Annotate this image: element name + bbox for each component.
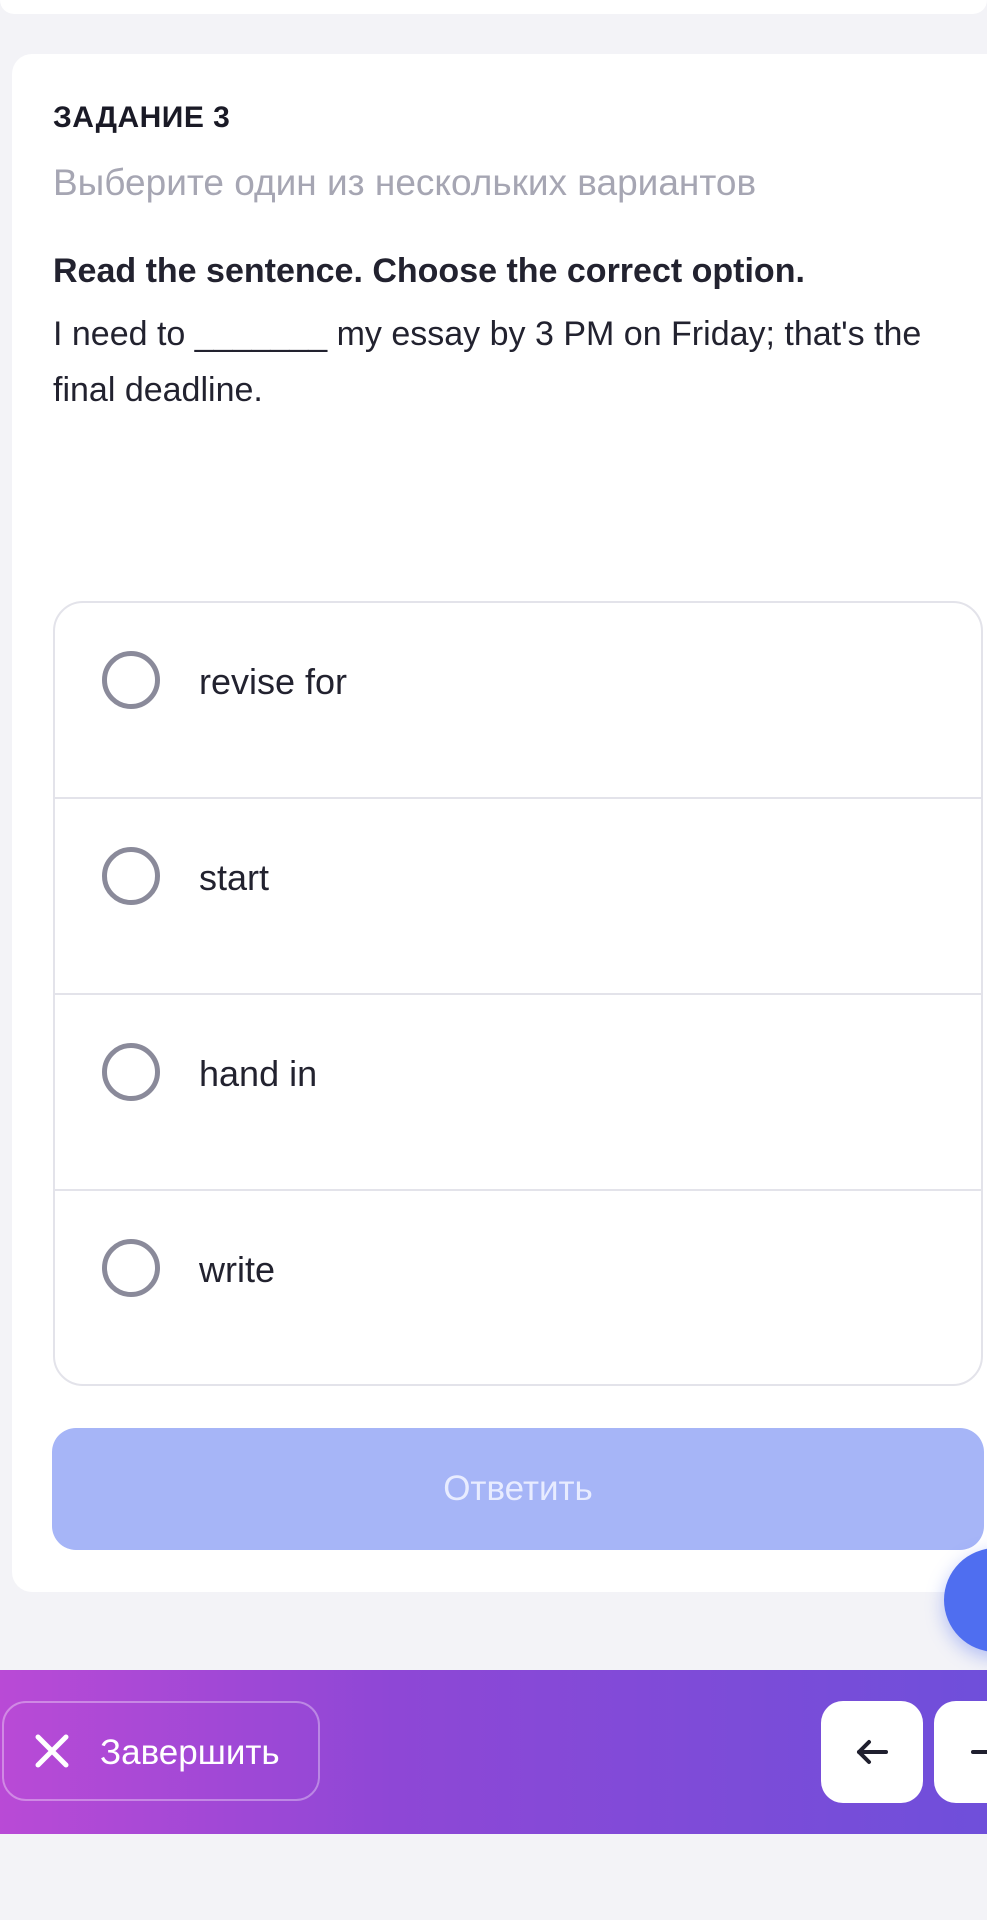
arrow-right-icon [971,1750,987,1754]
quiz-page: ЗАДАНИЕ 3 Выберите один из нескольких ва… [0,0,987,1920]
radio-button[interactable] [102,1239,160,1297]
option-label: hand in [199,1053,318,1094]
arrow-left-icon [857,1740,888,1764]
previous-button[interactable] [821,1701,923,1803]
bottom-bar: Завершить [0,1670,987,1834]
radio-button[interactable] [102,847,160,905]
option-item[interactable]: write [55,1191,981,1384]
answer-button[interactable]: Ответить [52,1428,984,1550]
close-icon [35,1734,69,1768]
previous-card [0,0,987,14]
radio-button[interactable] [102,1043,160,1101]
options-list: revise for start hand in write [53,601,983,1386]
option-item[interactable]: revise for [55,603,981,799]
next-button[interactable] [934,1701,987,1803]
question-text: I need to _______ my essay by 3 PM on Fr… [53,315,922,409]
radio-button[interactable] [102,651,160,709]
option-label: revise for [199,661,348,702]
option-item[interactable]: hand in [55,995,981,1191]
task-subtitle: Выберите один из нескольких вариантов [53,162,757,203]
task-title: ЗАДАНИЕ 3 [53,101,231,134]
option-label: start [199,857,270,898]
finish-button[interactable]: Завершить [2,1701,320,1801]
finish-label: Завершить [100,1733,280,1772]
option-item[interactable]: start [55,799,981,995]
option-label: write [199,1249,276,1290]
task-instruction: Read the sentence. Choose the correct op… [53,252,805,290]
